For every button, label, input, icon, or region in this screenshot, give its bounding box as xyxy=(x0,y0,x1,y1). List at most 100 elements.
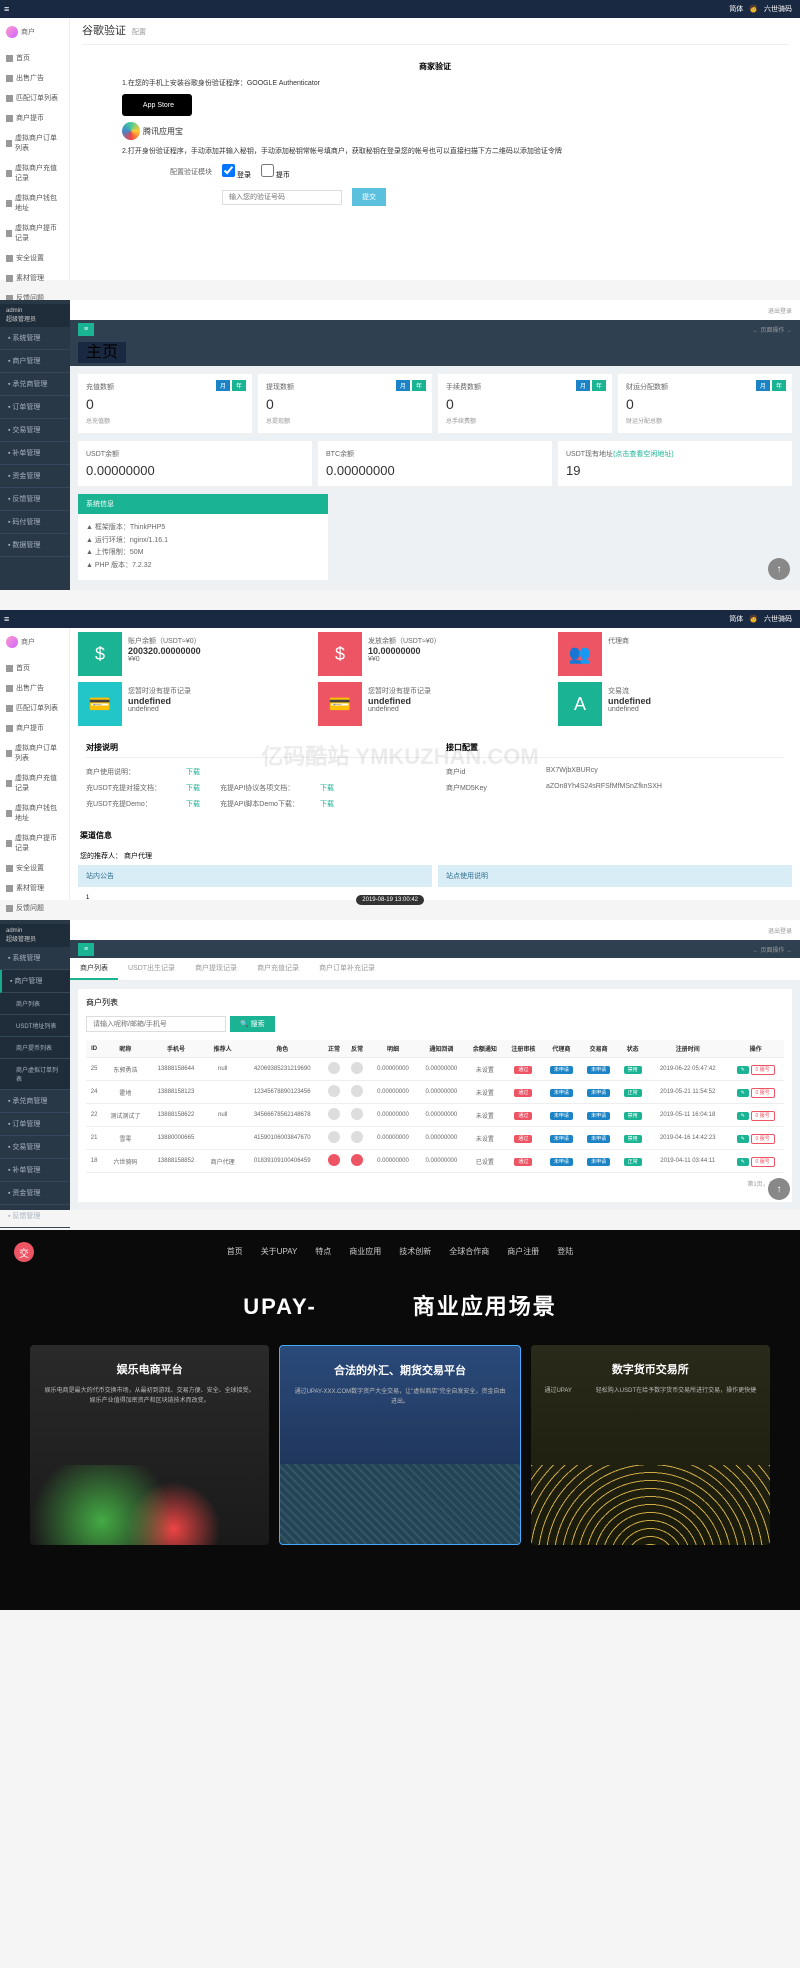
sidebar-item[interactable]: 反馈问题 xyxy=(0,898,69,918)
sidebar-item[interactable]: 匹配订单列表 xyxy=(0,88,69,108)
info-tile[interactable]: 💳您暂时没有提币记录undefinedundefined xyxy=(318,682,552,726)
nav-link[interactable]: 首页 xyxy=(227,1246,243,1257)
panel-account: ≡ 简体 🧑 六世骑码 商户 首页出售广告匹配订单列表商户提币虚拟商户订单列表虚… xyxy=(0,610,800,900)
nav-link[interactable]: 商业应用 xyxy=(349,1246,381,1257)
sidebar-item[interactable]: 虚拟商户钱包地址 xyxy=(0,188,69,218)
scroll-top-icon[interactable]: ↑ xyxy=(768,1178,790,1200)
month-button[interactable]: 月 xyxy=(576,380,590,391)
sidebar-item[interactable]: ▪ 补单管理 xyxy=(0,1159,70,1182)
page-ops[interactable]: ← 页面操作 → xyxy=(753,945,792,954)
search-button[interactable]: 🔍 搜索 xyxy=(230,1016,275,1032)
nav-link[interactable]: 全球合作商 xyxy=(449,1246,489,1257)
sidebar-item[interactable]: 出售广告 xyxy=(0,68,69,88)
sidebar-item[interactable]: ▪ 订单管理 xyxy=(0,1113,70,1136)
scene-card[interactable]: 娱乐电商平台娱乐电商是最大的代币交换市场，从最初到游戏、交易方便、安全、全球接受… xyxy=(30,1345,269,1545)
sidebar-item[interactable]: 虚拟商户钱包地址 xyxy=(0,798,69,828)
collapse-button[interactable]: ≡ xyxy=(78,943,94,956)
tab[interactable]: 商户充值记录 xyxy=(247,958,309,980)
tab-home[interactable]: 主页 xyxy=(78,342,126,363)
year-button[interactable]: 年 xyxy=(592,380,606,391)
nav-link[interactable]: 关于UPAY xyxy=(261,1246,298,1257)
tencent-button[interactable]: 腾讯应用宝 xyxy=(122,122,748,140)
sidebar-item[interactable]: 安全设置 xyxy=(0,248,69,268)
month-button[interactable]: 月 xyxy=(756,380,770,391)
tab[interactable]: 商户提现记录 xyxy=(185,958,247,980)
sidebar-item[interactable]: 虚拟商户订单列表 xyxy=(0,128,69,158)
sidebar-subitem[interactable]: 商户列表 xyxy=(0,993,70,1015)
tab[interactable]: 商户订单补充记录 xyxy=(309,958,385,980)
sidebar-item[interactable]: ▪ 交易管理 xyxy=(0,419,70,442)
sidebar-item[interactable]: ▪ 资金管理 xyxy=(0,465,70,488)
sidebar-item[interactable]: ▪ 资金管理 xyxy=(0,1182,70,1205)
year-button[interactable]: 年 xyxy=(232,380,246,391)
sidebar-item[interactable]: 出售广告 xyxy=(0,678,69,698)
topbar-user[interactable]: 六世骑码 xyxy=(764,614,792,624)
topbar-user[interactable]: 六世骑码 xyxy=(764,4,792,14)
lang-switch[interactable]: 简体 xyxy=(729,4,743,14)
month-button[interactable]: 月 xyxy=(216,380,230,391)
sidebar-item[interactable]: 首页 xyxy=(0,48,69,68)
table-row: 24霍地13888158123123456788901234560.000000… xyxy=(86,1081,784,1104)
radio-login[interactable]: 登录 xyxy=(222,164,251,180)
sidebar-item[interactable]: ▪ 商户管理 xyxy=(0,970,70,993)
sidebar-item[interactable]: 虚拟商户提币记录 xyxy=(0,218,69,248)
info-tile[interactable]: 👥代理商 xyxy=(558,632,792,676)
sidebar-item[interactable]: 素材管理 xyxy=(0,268,69,288)
search-input[interactable] xyxy=(86,1016,226,1032)
radio-withdraw[interactable]: 提币 xyxy=(261,164,290,180)
avatar xyxy=(6,26,18,38)
sidebar-item[interactable]: 虚拟商户订单列表 xyxy=(0,738,69,768)
sidebar-item[interactable]: ▪ 商户管理 xyxy=(0,350,70,373)
sidebar-item[interactable]: 商户提币 xyxy=(0,108,69,128)
hamburger-icon[interactable]: ≡ xyxy=(4,4,9,14)
tab[interactable]: USDT出生记录 xyxy=(118,958,185,980)
lang-switch[interactable]: 简体 xyxy=(729,614,743,624)
sidebar-item[interactable]: ▪ 系统管理 xyxy=(0,327,70,350)
appstore-button[interactable]: App Store xyxy=(122,94,192,116)
sidebar-item[interactable]: ▪ 数据管理 xyxy=(0,534,70,557)
sidebar-item[interactable]: 匹配订单列表 xyxy=(0,698,69,718)
info-tile[interactable]: A交易流undefinedundefined xyxy=(558,682,792,726)
sidebar-item[interactable]: ▪ 反馈管理 xyxy=(0,488,70,511)
sidebar-item[interactable]: ▪ 码付管理 xyxy=(0,511,70,534)
sidebar-item[interactable]: 虚拟商户充值记录 xyxy=(0,158,69,188)
nav-link[interactable]: 特点 xyxy=(315,1246,331,1257)
sidebar-item[interactable]: 首页 xyxy=(0,658,69,678)
year-button[interactable]: 年 xyxy=(772,380,786,391)
sidebar-item[interactable]: 虚拟商户提币记录 xyxy=(0,828,69,858)
sidebar-item[interactable]: ▪ 承兑商管理 xyxy=(0,1090,70,1113)
info-tile[interactable]: 💳您暂时没有提币记录undefinedundefined xyxy=(78,682,312,726)
nav-link[interactable]: 登陆 xyxy=(557,1246,573,1257)
submit-button[interactable]: 提交 xyxy=(352,188,386,206)
scene-card[interactable]: 数字货币交易所通过UPAY 轻松购入USDT在给予数字货币交易所进行交易，操作更… xyxy=(531,1345,770,1545)
sidebar-item[interactable]: 安全设置 xyxy=(0,858,69,878)
sidebar-item[interactable]: 素材管理 xyxy=(0,878,69,898)
sidebar-subitem[interactable]: 商户提币列表 xyxy=(0,1037,70,1059)
auth-code-input[interactable] xyxy=(222,190,342,205)
year-button[interactable]: 年 xyxy=(412,380,426,391)
nav-link[interactable]: 商户注册 xyxy=(507,1246,539,1257)
sidebar-item[interactable]: 虚拟商户充值记录 xyxy=(0,768,69,798)
sidebar-subitem[interactable]: USDT地址列表 xyxy=(0,1015,70,1037)
info-tile[interactable]: $账户余额（USDT≈¥0）200320.00000000¥¥0 xyxy=(78,632,312,676)
page-ops[interactable]: ← 页面操作 → xyxy=(753,325,792,334)
sidebar-item[interactable]: ▪ 系统管理 xyxy=(0,947,70,970)
sidebar-item[interactable]: ▪ 订单管理 xyxy=(0,396,70,419)
sidebar-item[interactable]: 商户提币 xyxy=(0,718,69,738)
collapse-button[interactable]: ≡ xyxy=(78,323,94,336)
info-tile[interactable]: $发放余额（USDT≈¥0）10.00000000¥¥0 xyxy=(318,632,552,676)
scroll-top-icon[interactable]: ↑ xyxy=(768,558,790,580)
sidebar-item[interactable]: ▪ 承兑商管理 xyxy=(0,373,70,396)
scene-card[interactable]: 合法的外汇、期货交易平台通过UPAY-XXX.COM数字资产大全交易，让"虚拟商… xyxy=(279,1345,520,1545)
sidebar-item[interactable]: ▪ 补单管理 xyxy=(0,442,70,465)
nav-link[interactable]: 技术创新 xyxy=(399,1246,431,1257)
sidebar-item[interactable]: ▪ 反馈管理 xyxy=(0,1205,70,1228)
table-row: 18六世骑码13888158852商户代理018391091004064590.… xyxy=(86,1150,784,1173)
tab[interactable]: 商户列表 xyxy=(70,958,118,980)
sidebar-subitem[interactable]: 商户虚拟订单列表 xyxy=(0,1059,70,1090)
logout-link[interactable]: 退出登录 xyxy=(768,926,792,935)
month-button[interactable]: 月 xyxy=(396,380,410,391)
sidebar-item[interactable]: ▪ 交易管理 xyxy=(0,1136,70,1159)
logout-link[interactable]: 退出登录 xyxy=(768,306,792,315)
hamburger-icon[interactable]: ≡ xyxy=(4,614,9,624)
